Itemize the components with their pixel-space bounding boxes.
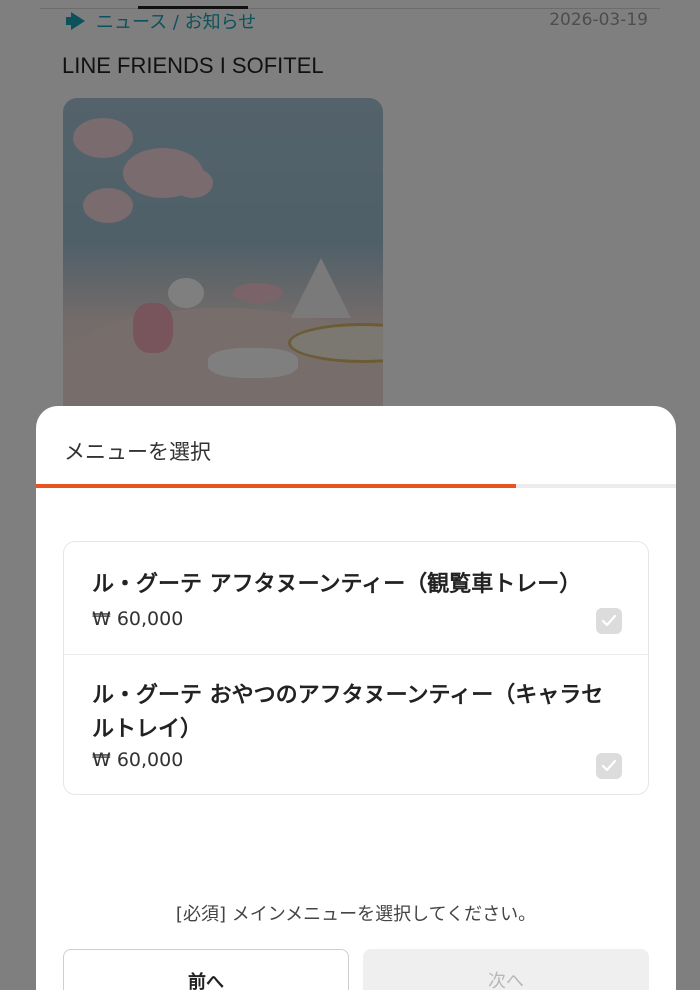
menu-list: ル・グーテ アフタヌーンティー（観覧車トレー） ₩ 60,000 ル・グーテ お… <box>63 541 649 795</box>
progress-fill <box>36 484 516 488</box>
menu-select-sheet: メニューを選択 ル・グーテ アフタヌーンティー（観覧車トレー） ₩ 60,000… <box>36 406 676 990</box>
menu-option-price: ₩ 60,000 <box>92 608 184 630</box>
checkbox-icon[interactable] <box>596 753 622 779</box>
prev-button[interactable]: 前へ <box>63 949 349 990</box>
menu-option-carousel[interactable]: ル・グーテ おやつのアフタヌーンティー（キャラセルトレイ） ₩ 60,000 <box>64 654 648 796</box>
menu-option-ferris-wheel[interactable]: ル・グーテ アフタヌーンティー（観覧車トレー） ₩ 60,000 <box>64 542 648 654</box>
sheet-title: メニューを選択 <box>64 440 211 464</box>
menu-option-name: ル・グーテ おやつのアフタヌーンティー（キャラセルトレイ） <box>92 683 604 742</box>
menu-option-name: ル・グーテ アフタヌーンティー（観覧車トレー） <box>92 572 582 597</box>
menu-option-price: ₩ 60,000 <box>92 749 184 771</box>
next-button[interactable]: 次へ <box>363 949 649 990</box>
checkbox-icon[interactable] <box>596 608 622 634</box>
step-progress-bar <box>36 484 676 488</box>
required-notice: [必須] メインメニューを選択してください。 <box>175 904 537 925</box>
